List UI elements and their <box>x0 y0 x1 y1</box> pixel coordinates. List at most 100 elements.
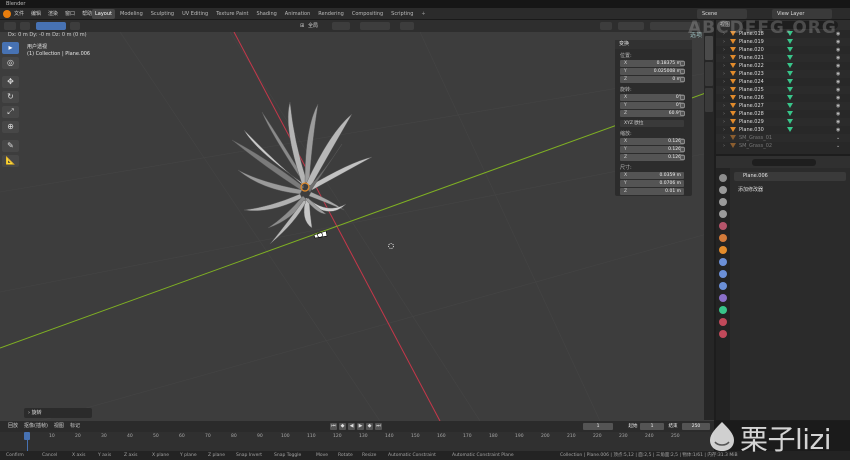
eye-icon[interactable]: ◉ <box>836 118 840 126</box>
eye-icon[interactable]: ◉ <box>836 46 840 54</box>
lock-icon[interactable] <box>680 147 685 152</box>
scale-z-field[interactable]: Z 0.126 <box>620 154 684 161</box>
list-item[interactable]: › Plane.026 ◉ <box>716 94 850 102</box>
output-tab-icon[interactable] <box>719 198 727 206</box>
eye-icon[interactable]: ⌄ <box>836 142 840 150</box>
menu-edit[interactable]: 编辑 <box>31 8 41 20</box>
list-item[interactable]: › Plane.024 ◉ <box>716 78 850 86</box>
eye-icon[interactable]: ◉ <box>836 78 840 86</box>
lock-icon[interactable] <box>680 155 685 160</box>
expand-icon[interactable]: › <box>723 126 725 134</box>
lock-icon[interactable] <box>680 103 685 108</box>
timeline-menu-playback[interactable]: 回放 <box>8 421 18 432</box>
eye-icon[interactable]: ◉ <box>836 38 840 46</box>
tab-uv-editing[interactable]: UV Editing <box>179 9 211 19</box>
rotation-y-field[interactable]: Y 0° <box>620 102 684 109</box>
eye-icon[interactable]: ◉ <box>836 86 840 94</box>
expand-icon[interactable]: › <box>723 70 725 78</box>
view-layer-tab-icon[interactable] <box>719 210 727 218</box>
scene-tab-icon[interactable] <box>719 222 727 230</box>
location-y-field[interactable]: Y 0.025008 m <box>620 68 684 75</box>
timeline-ruler[interactable]: 0 10 20 30 40 50 60 70 80 90 100 110 120… <box>0 432 714 451</box>
object-tab-icon[interactable] <box>719 246 727 254</box>
object-mode-button[interactable] <box>70 22 80 30</box>
transform-tool-icon[interactable]: ⊕ <box>2 121 19 133</box>
particles-tab-icon[interactable] <box>719 270 727 278</box>
3d-viewport[interactable]: Dx: 0 m Dy: -0 m Dz: 0 m (0 m) 用户透视 (1) … <box>0 32 714 421</box>
lock-icon[interactable] <box>680 77 685 82</box>
move-tool-icon[interactable]: ✥ <box>2 76 19 88</box>
timeline-menu-marker[interactable]: 标记 <box>70 421 80 432</box>
select-box-tool-icon[interactable]: ▸ <box>2 42 19 54</box>
eye-icon[interactable]: ◉ <box>836 102 840 110</box>
eye-icon[interactable]: ◉ <box>836 62 840 70</box>
tab-animation[interactable]: Animation <box>282 9 314 19</box>
eye-icon[interactable]: ◉ <box>836 70 840 78</box>
menu-render[interactable]: 渲染 <box>48 8 58 20</box>
list-item[interactable]: › Plane.022 ◉ <box>716 62 850 70</box>
dimensions-x-field[interactable]: X 0.0359 m <box>620 172 684 179</box>
prev-keyframe-icon[interactable]: ◆ <box>339 423 346 430</box>
overlays-button[interactable] <box>618 22 644 30</box>
start-frame-field[interactable]: 1 <box>640 423 664 430</box>
list-item[interactable]: › Plane.030 ◉ <box>716 126 850 134</box>
add-workspace-button[interactable]: + <box>418 9 428 19</box>
list-item[interactable]: › Plane.020 ◉ <box>716 46 850 54</box>
scale-y-field[interactable]: Y 0.126 <box>620 146 684 153</box>
lock-icon[interactable] <box>680 95 685 100</box>
rotation-z-field[interactable]: Z 60.9° <box>620 110 684 117</box>
menu-help[interactable]: 帮助 <box>82 8 92 20</box>
transform-panel-title[interactable]: 变换 <box>615 40 692 49</box>
tab-scripting[interactable]: Scripting <box>388 9 416 19</box>
dimensions-z-field[interactable]: Z 0.01 m <box>620 188 684 195</box>
expand-icon[interactable]: › <box>723 54 725 62</box>
expand-icon[interactable]: › <box>723 38 725 46</box>
tab-layout[interactable]: Layout <box>92 9 115 19</box>
cursor-tool-icon[interactable]: ◎ <box>2 57 19 69</box>
pivot-point-button[interactable] <box>332 22 350 30</box>
eye-icon[interactable]: ◉ <box>836 94 840 102</box>
expand-icon[interactable]: › <box>723 86 725 94</box>
current-frame-field[interactable]: 1 <box>583 423 613 430</box>
play-reverse-icon[interactable]: ◀ <box>348 423 355 430</box>
lock-icon[interactable] <box>680 111 685 116</box>
list-item[interactable]: › SM_Grass_02 ⌄ <box>716 142 850 150</box>
physics-tab-icon[interactable] <box>719 282 727 290</box>
active-object-name[interactable]: Plane.006 <box>734 172 846 181</box>
expand-icon[interactable]: › <box>723 134 725 142</box>
expand-icon[interactable]: › <box>723 110 725 118</box>
timeline-menu-keying[interactable]: 抠像(插帧) <box>24 421 48 432</box>
list-item[interactable]: › Plane.025 ◉ <box>716 86 850 94</box>
tab-tool[interactable] <box>705 62 713 86</box>
list-item[interactable]: › Plane.019 ◉ <box>716 38 850 46</box>
rotation-x-field[interactable]: X 0° <box>620 94 684 101</box>
tab-view[interactable] <box>705 88 713 112</box>
constraints-tab-icon[interactable] <box>719 294 727 302</box>
select-mode-button[interactable] <box>20 22 30 30</box>
annotate-tool-icon[interactable]: ✎ <box>2 140 19 152</box>
eye-icon[interactable]: ◉ <box>836 126 840 134</box>
texture-tab-icon[interactable] <box>719 330 727 338</box>
playhead-marker[interactable] <box>24 432 30 440</box>
lock-icon[interactable] <box>680 61 685 66</box>
scale-tool-icon[interactable]: ⤢ <box>2 106 19 118</box>
tool-tab-icon[interactable] <box>719 174 727 182</box>
tab-modeling[interactable]: Modeling <box>117 9 146 19</box>
blender-logo-icon[interactable] <box>3 10 11 18</box>
location-z-field[interactable]: Z0 m <box>620 76 684 83</box>
eye-icon[interactable]: ⌄ <box>836 134 840 142</box>
measure-tool-icon[interactable]: 📐 <box>2 155 19 167</box>
location-x-field[interactable]: X 0.18375 m <box>620 60 684 67</box>
properties-search-input[interactable] <box>752 159 816 166</box>
world-tab-icon[interactable] <box>719 234 727 242</box>
add-modifier-dropdown[interactable]: 添加修改器 <box>734 186 846 194</box>
list-item[interactable]: › Plane.027 ◉ <box>716 102 850 110</box>
timeline-menu-view[interactable]: 视图 <box>54 421 64 432</box>
expand-icon[interactable]: › <box>723 62 725 70</box>
menu-file[interactable]: 文件 <box>14 8 24 20</box>
lock-icon[interactable] <box>680 69 685 74</box>
jump-start-icon[interactable]: ⏮ <box>330 423 337 430</box>
3d-cursor[interactable] <box>388 243 394 249</box>
tab-item[interactable] <box>705 36 713 60</box>
transform-orientation-dropdown[interactable]: 全局 <box>308 21 318 31</box>
